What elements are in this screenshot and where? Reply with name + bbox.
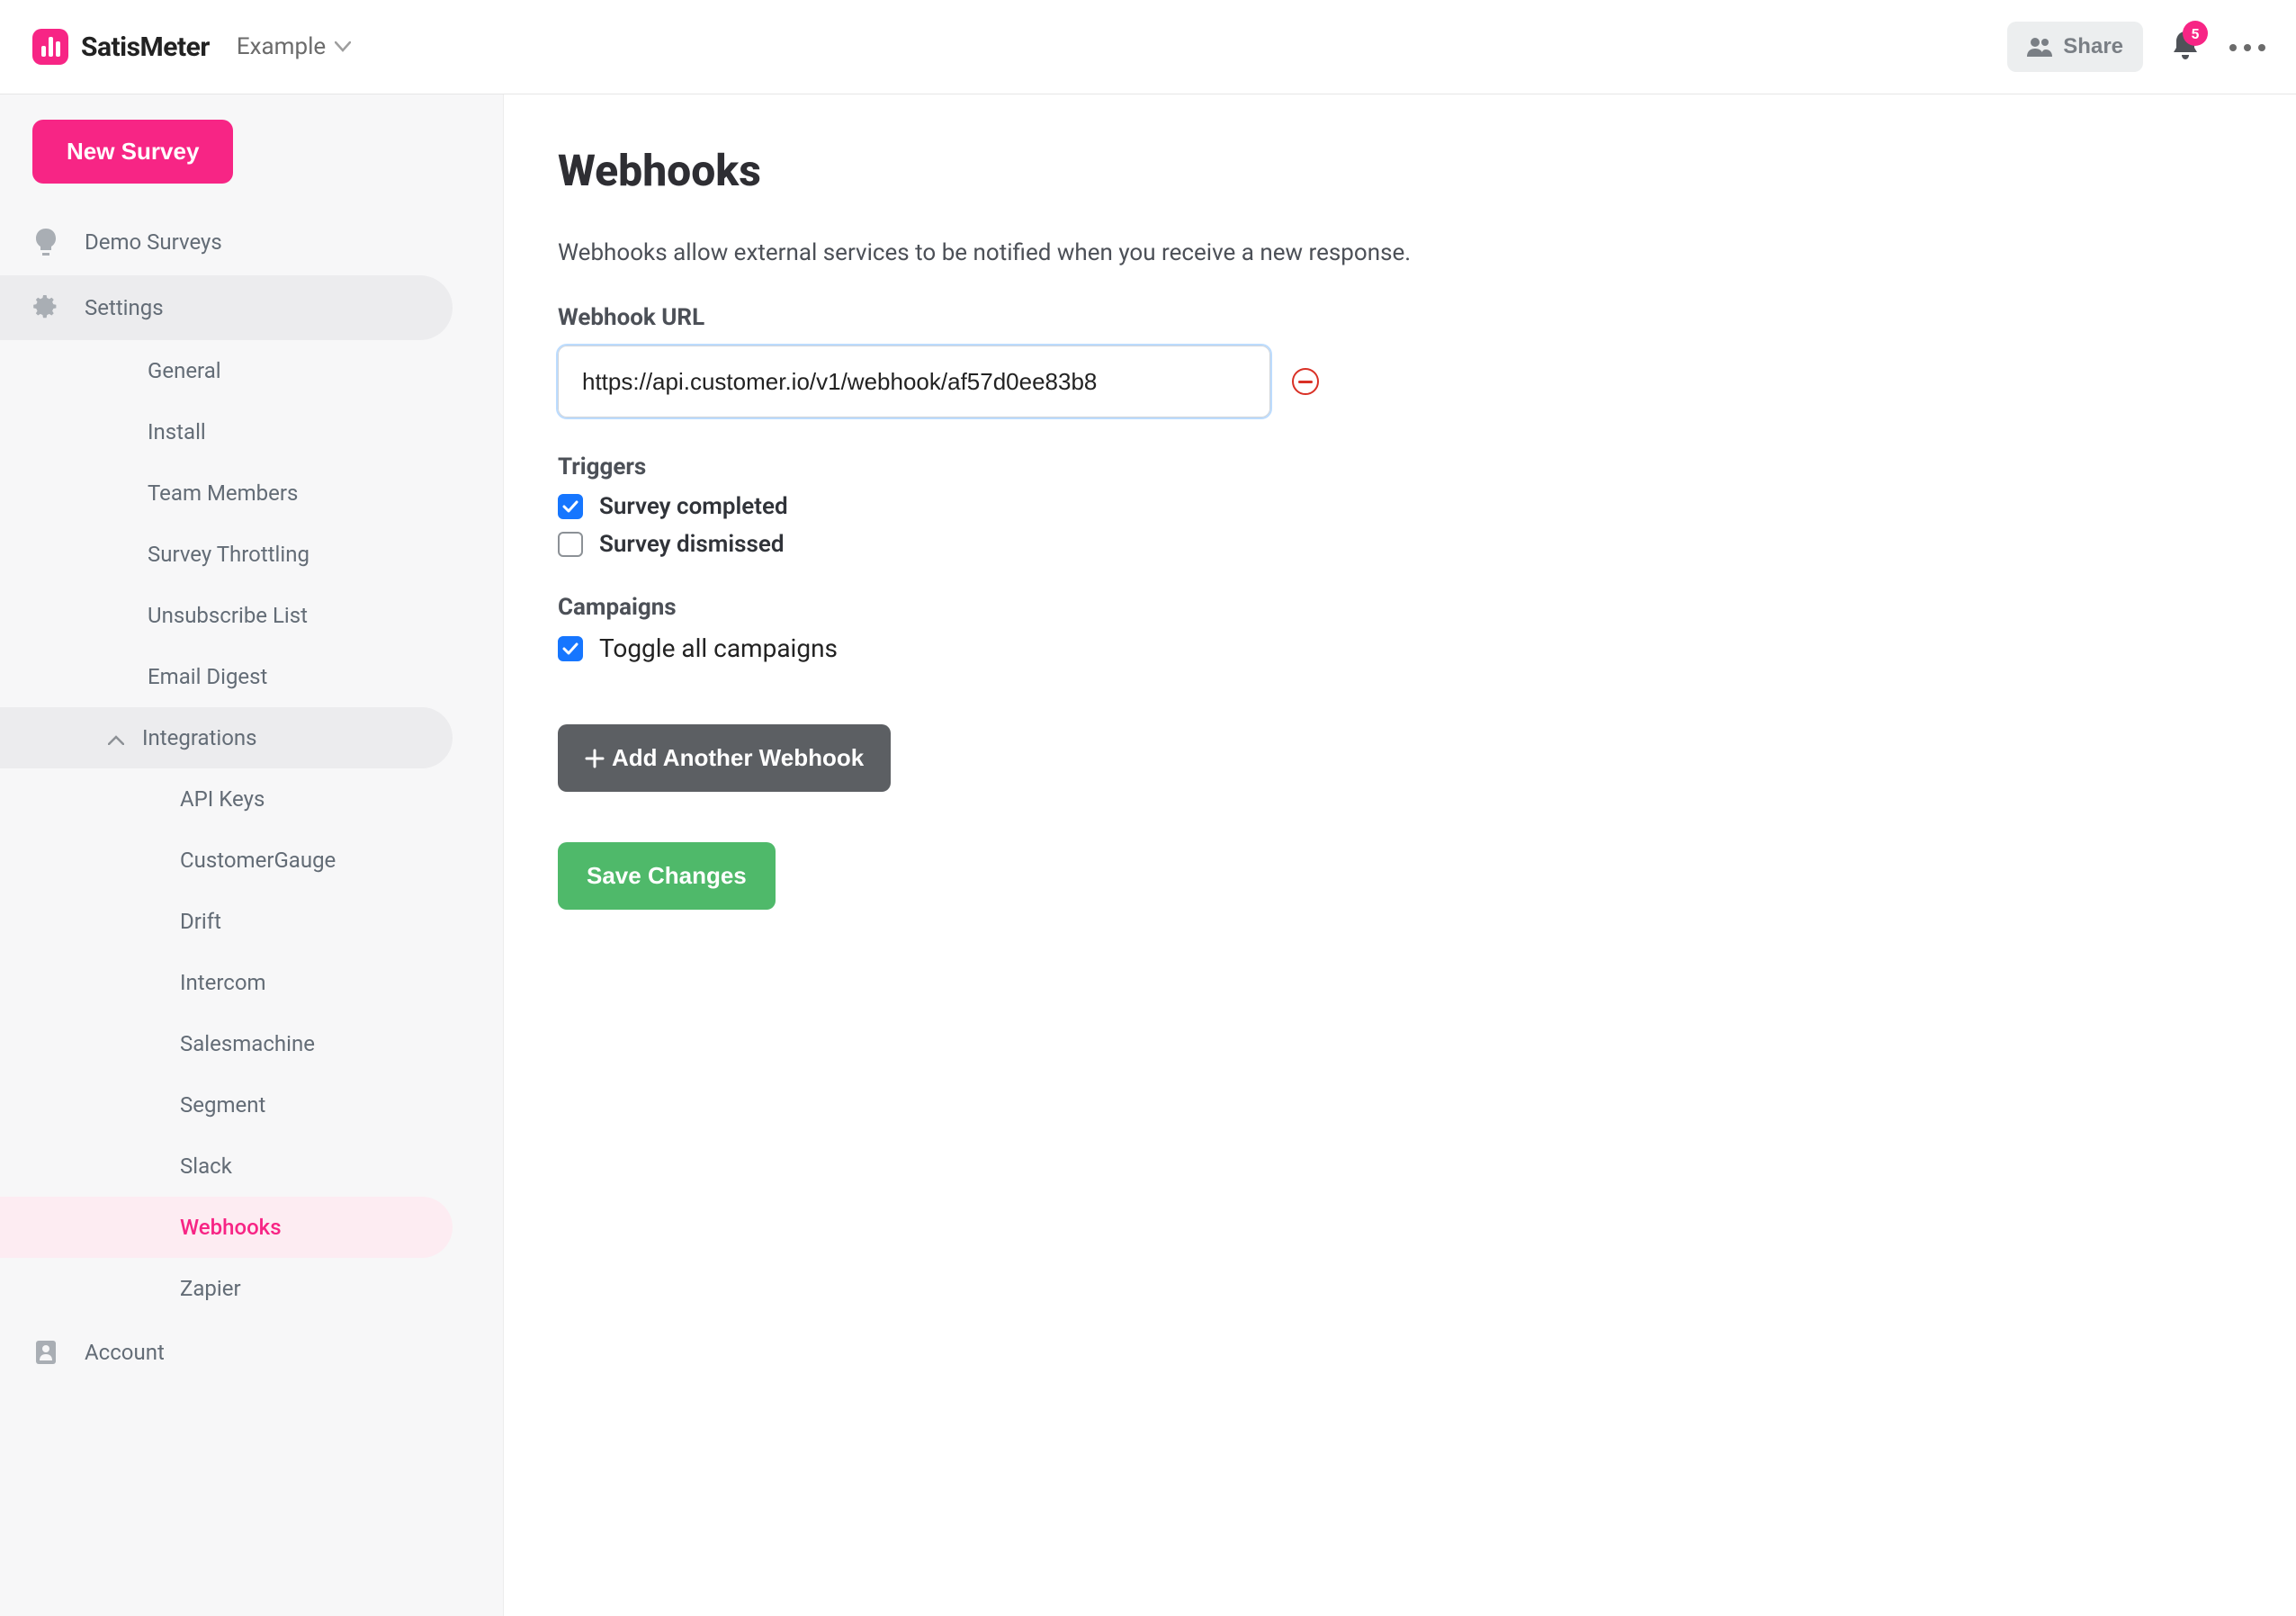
trigger-survey-dismissed-label: Survey dismissed [599, 531, 785, 558]
page-title: Webhooks [558, 145, 2242, 196]
trigger-survey-completed-label: Survey completed [599, 493, 788, 520]
sidebar-item-label: Demo Surveys [85, 229, 222, 255]
sidebar-item-customergauge[interactable]: CustomerGauge [0, 830, 453, 891]
workspace-name: Example [237, 33, 326, 60]
chevron-up-icon [108, 725, 124, 750]
trigger-survey-dismissed-checkbox[interactable] [558, 532, 583, 557]
sidebar-item-salesmachine[interactable]: Salesmachine [0, 1013, 453, 1074]
share-button[interactable]: Share [2007, 22, 2143, 72]
sidebar-item-survey-throttling[interactable]: Survey Throttling [0, 524, 453, 585]
toggle-all-campaigns-row: Toggle all campaigns [558, 633, 2242, 663]
webhook-url-input[interactable] [558, 346, 1270, 417]
sidebar-item-webhooks[interactable]: Webhooks [0, 1197, 453, 1258]
sidebar-item-settings[interactable]: Settings [0, 275, 453, 340]
sidebar-item-label: Settings [85, 295, 164, 320]
sidebar-item-integrations[interactable]: Integrations [0, 707, 453, 768]
sidebar-item-team-members[interactable]: Team Members [0, 462, 453, 524]
sidebar-item-intercom[interactable]: Intercom [0, 952, 453, 1013]
sidebar-item-label: Account [85, 1340, 165, 1365]
check-icon [562, 500, 578, 513]
toggle-all-campaigns-checkbox[interactable] [558, 636, 583, 661]
sidebar-item-segment[interactable]: Segment [0, 1074, 453, 1136]
sidebar-item-demo-surveys[interactable]: Demo Surveys [0, 209, 453, 275]
save-changes-button[interactable]: Save Changes [558, 842, 776, 910]
caret-down-icon [335, 41, 351, 52]
people-icon [2027, 37, 2052, 57]
webhook-url-label: Webhook URL [558, 304, 2242, 331]
brand-logo[interactable]: SatisMeter [32, 29, 210, 65]
add-webhook-button[interactable]: Add Another Webhook [558, 724, 891, 792]
person-card-icon [32, 1339, 59, 1366]
new-survey-button[interactable]: New Survey [32, 120, 233, 184]
sidebar-item-drift[interactable]: Drift [0, 891, 453, 952]
trigger-survey-completed-row: Survey completed [558, 493, 2242, 520]
notifications-button[interactable]: 5 [2172, 30, 2199, 64]
campaigns-label: Campaigns [558, 594, 2242, 621]
webhook-url-row [558, 346, 2242, 417]
notification-badge: 5 [2183, 21, 2208, 46]
sidebar-item-label: Integrations [142, 725, 257, 750]
trigger-survey-completed-checkbox[interactable] [558, 494, 583, 519]
sidebar-item-unsubscribe-list[interactable]: Unsubscribe List [0, 585, 453, 646]
sidebar-item-slack[interactable]: Slack [0, 1136, 453, 1197]
bar-chart-icon [32, 29, 68, 65]
app-header: SatisMeter Example Share 5 [0, 0, 2296, 94]
check-icon [562, 642, 578, 655]
sidebar: New Survey Demo Surveys Settings General… [0, 94, 504, 1616]
page-intro: Webhooks allow external services to be n… [558, 239, 2242, 266]
workspace-switcher[interactable]: Example [237, 33, 351, 60]
brand-name: SatisMeter [81, 31, 210, 63]
header-right: Share 5 [2007, 22, 2267, 72]
header-left: SatisMeter Example [32, 29, 351, 65]
sidebar-item-install[interactable]: Install [0, 401, 453, 462]
more-menu-button[interactable] [2228, 39, 2267, 56]
toggle-all-campaigns-label: Toggle all campaigns [599, 633, 838, 663]
sidebar-item-account[interactable]: Account [0, 1319, 453, 1386]
dots-horizontal-icon [2228, 43, 2267, 52]
sidebar-item-zapier[interactable]: Zapier [0, 1258, 453, 1319]
sidebar-item-email-digest[interactable]: Email Digest [0, 646, 453, 707]
trigger-survey-dismissed-row: Survey dismissed [558, 531, 2242, 558]
plus-icon [585, 749, 605, 768]
add-webhook-label: Add Another Webhook [612, 744, 864, 772]
lightbulb-icon [32, 229, 59, 256]
sidebar-item-api-keys[interactable]: API Keys [0, 768, 453, 830]
gear-icon [32, 295, 59, 320]
main-content: Webhooks Webhooks allow external service… [504, 94, 2296, 1616]
triggers-label: Triggers [558, 453, 2242, 480]
remove-webhook-button[interactable] [1292, 368, 1319, 395]
sidebar-item-general[interactable]: General [0, 340, 453, 401]
minus-circle-icon [1298, 381, 1313, 383]
share-label: Share [2063, 34, 2123, 59]
